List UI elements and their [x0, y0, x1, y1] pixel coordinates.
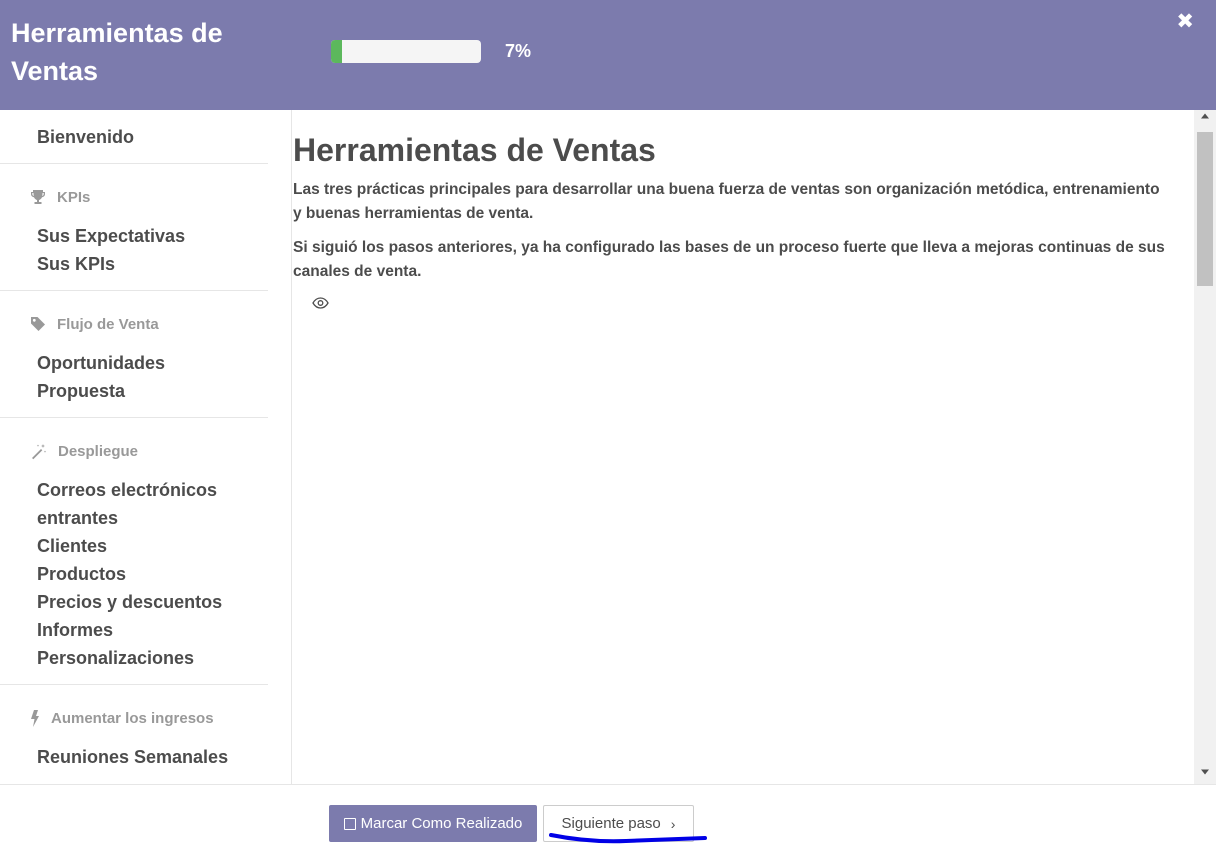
- sidebar-section-title: Aumentar los ingresos: [51, 709, 214, 727]
- sidebar-item-reuniones-semanales[interactable]: Reuniones Semanales: [0, 743, 291, 771]
- checkbox-icon: [343, 817, 356, 830]
- mark-done-button[interactable]: Marcar Como Realizado: [329, 805, 537, 842]
- sidebar-divider: [0, 684, 268, 685]
- sidebar-item-correos-electronicos-entrantes[interactable]: Correos electrónicos entrantes: [0, 476, 230, 532]
- magic-wand-icon: [32, 443, 47, 459]
- sidebar-section-flujo-de-venta: Flujo de Venta: [0, 314, 291, 334]
- sidebar-divider: [0, 290, 268, 291]
- sidebar-item-propuesta[interactable]: Propuesta: [0, 377, 291, 405]
- sidebar-item-oportunidades[interactable]: Oportunidades: [0, 349, 291, 377]
- sidebar-item-precios-y-descuentos[interactable]: Precios y descuentos: [0, 588, 291, 616]
- sidebar-item-bienvenido[interactable]: Bienvenido: [0, 123, 291, 163]
- scroll-down-icon[interactable]: [1194, 769, 1216, 781]
- sidebar-section-title: Flujo de Venta: [57, 315, 159, 333]
- sidebar-item-sus-expectativas[interactable]: Sus Expectativas: [0, 222, 291, 250]
- sidebar-item-productos[interactable]: Productos: [0, 560, 291, 588]
- progress-bar: [331, 40, 481, 63]
- sidebar-item-sus-kpis[interactable]: Sus KPIs: [0, 250, 291, 278]
- sidebar-item-clientes[interactable]: Clientes: [0, 532, 291, 560]
- sidebar-section-kpis: KPIs: [0, 187, 291, 207]
- sidebar: Bienvenido KPIs Sus Expectativas Sus KPI…: [0, 110, 292, 784]
- content-paragraph: Las tres prácticas principales para desa…: [293, 181, 1160, 222]
- sidebar-section-aumentar-los-ingresos: Aumentar los ingresos: [0, 708, 291, 728]
- progress-bar-fill: [331, 40, 342, 63]
- scrollbar-thumb[interactable]: [1197, 132, 1213, 286]
- sidebar-section-despliegue: Despliegue: [0, 441, 291, 461]
- sidebar-divider: [0, 163, 268, 164]
- mark-done-label: Marcar Como Realizado: [360, 815, 523, 832]
- eye-icon[interactable]: [312, 297, 329, 309]
- sidebar-divider: [0, 417, 268, 418]
- content-scrollbar[interactable]: [1194, 110, 1216, 784]
- main-content: Herramientas de Ventas Las tres práctica…: [292, 110, 1194, 784]
- header-bar: Herramientas de Ventas 7% ✖: [0, 0, 1216, 110]
- content-title: Herramientas de Ventas: [293, 132, 656, 168]
- sidebar-item-personalizaciones[interactable]: Personalizaciones: [0, 644, 291, 672]
- lightning-icon: [31, 709, 39, 727]
- annotation-underline: [549, 833, 707, 844]
- progress-percentage: 7%: [505, 41, 532, 61]
- sidebar-section-title: Despliegue: [58, 442, 139, 460]
- close-icon[interactable]: ✖: [1176, 11, 1194, 33]
- sidebar-item-informes[interactable]: Informes: [0, 616, 291, 644]
- tag-icon: [31, 317, 45, 331]
- content-paragraph: Si siguió los pasos anteriores, ya ha co…: [293, 239, 1165, 280]
- trophy-icon: [31, 190, 45, 204]
- panel-title: Herramientas de Ventas: [11, 18, 223, 86]
- sidebar-section-title: KPIs: [57, 188, 91, 206]
- scroll-up-icon[interactable]: [1194, 113, 1216, 125]
- footer-bar: Marcar Como Realizado Siguiente paso ›: [0, 784, 1216, 857]
